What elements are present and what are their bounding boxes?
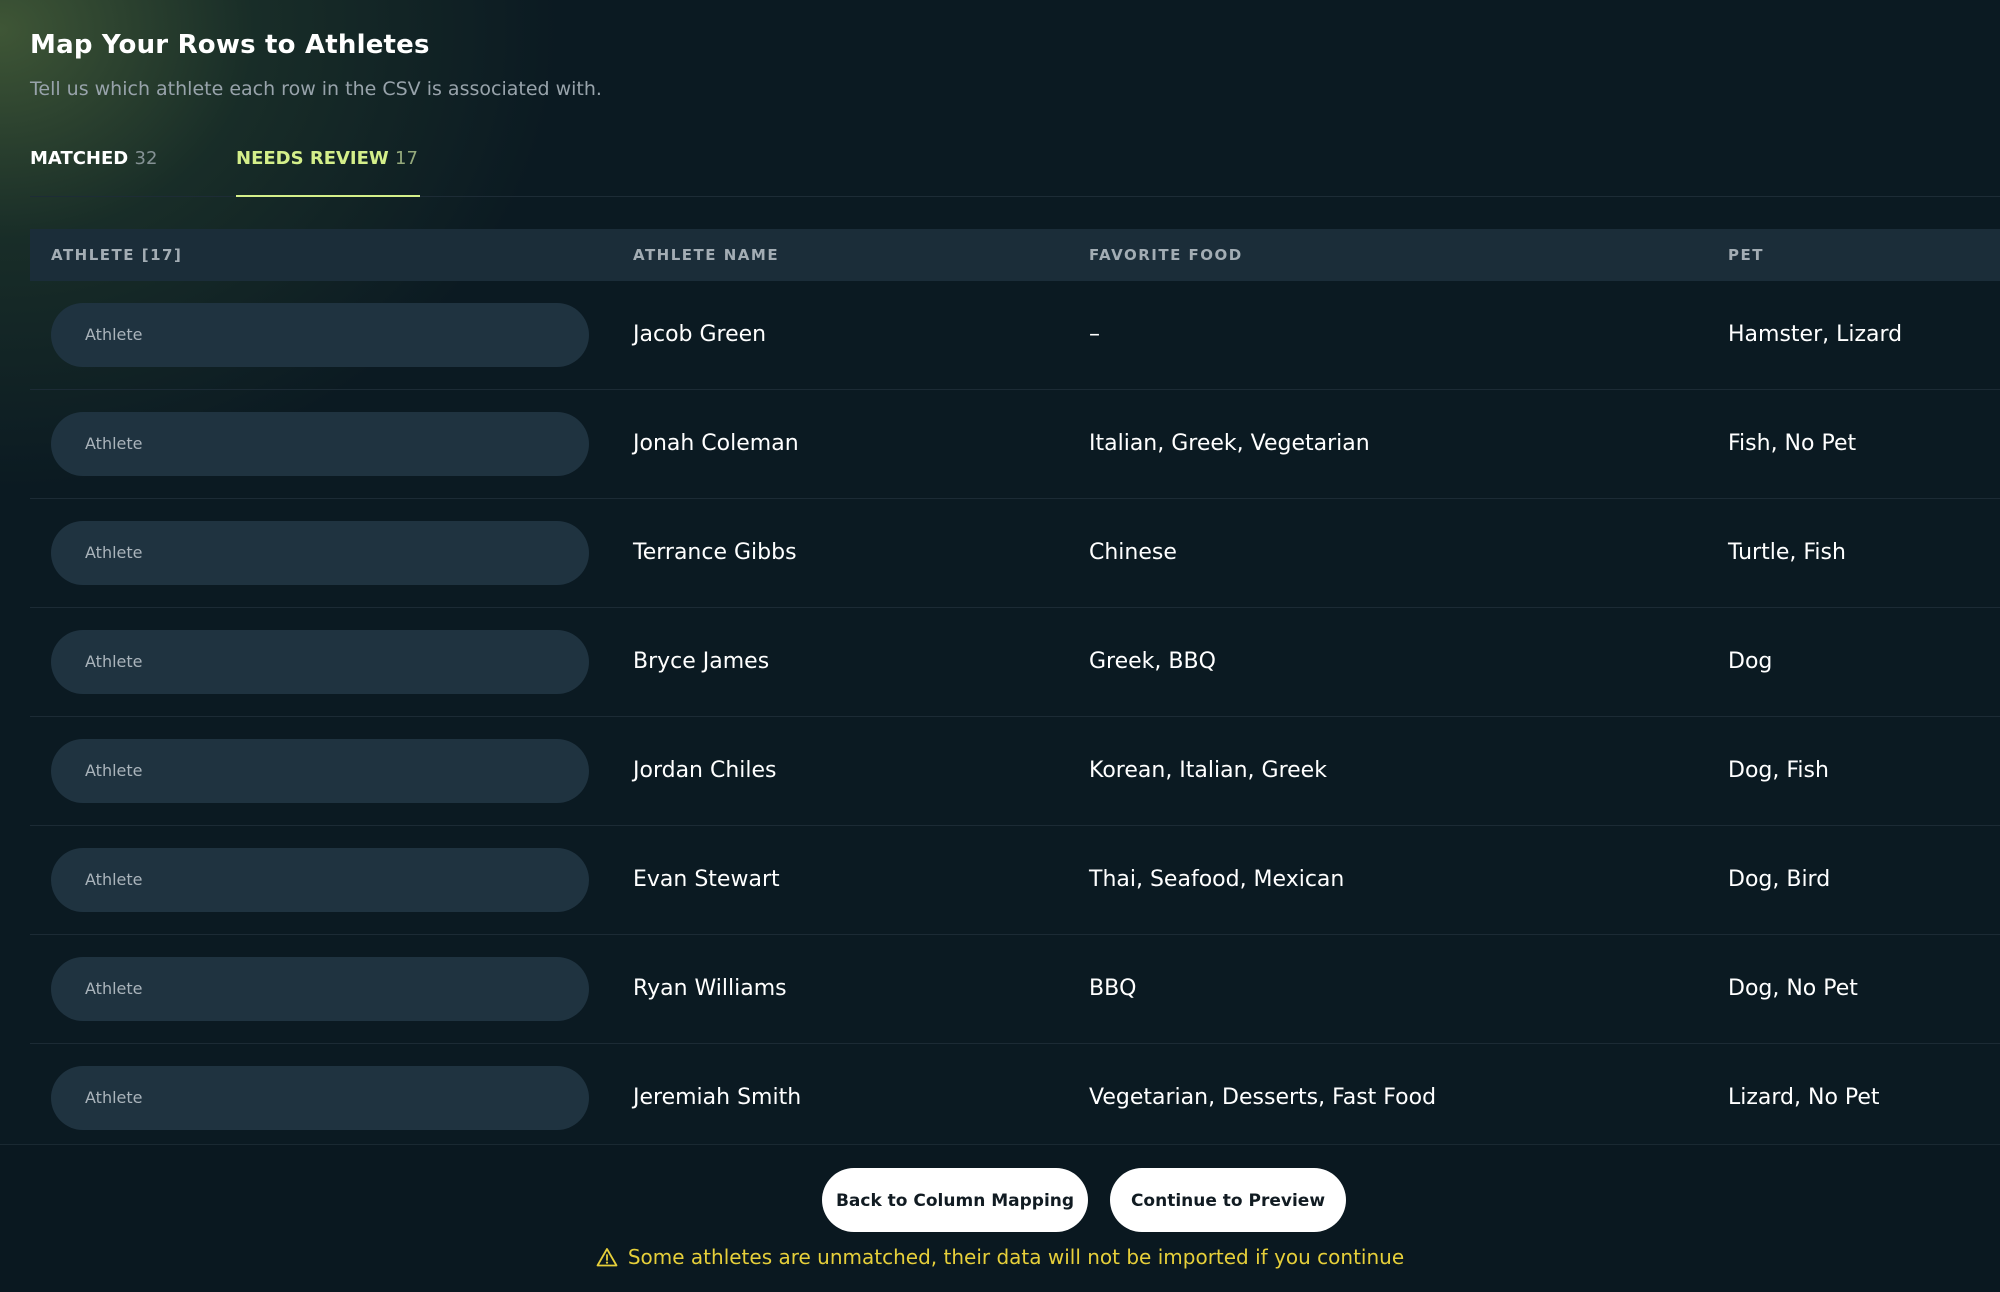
table-row: Athlete Bryce James Greek, BBQ Dog	[30, 608, 2000, 717]
favorite-food-cell: Vegetarian, Desserts, Fast Food	[1089, 1085, 1437, 1110]
tab-matched-label: MATCHED	[30, 148, 129, 169]
athlete-name-cell: Jeremiah Smith	[633, 1085, 802, 1110]
table-row: Athlete Jeremiah Smith Vegetarian, Dessert…	[30, 1044, 2000, 1152]
page-title: Map Your Rows to Athletes	[30, 30, 430, 60]
page-subtitle: Tell us which athlete each row in the CS…	[30, 78, 602, 100]
tab-matched[interactable]: MATCHED 32	[30, 148, 157, 195]
table-row: Athlete Jacob Green – Hamster, Lizard	[30, 281, 2000, 390]
tab-matched-count: 32	[134, 148, 158, 169]
tab-bar: MATCHED 32 NEEDS REVIEW 17	[30, 148, 2000, 197]
favorite-food-cell: Greek, BBQ	[1089, 649, 1216, 674]
warning-triangle-icon	[596, 1247, 618, 1272]
pet-cell: Hamster, Lizard	[1728, 322, 1903, 347]
table-body: Athlete Jacob Green – Hamster, Lizard Athlet…	[30, 281, 2000, 1152]
table-header: ATHLETE [17] ATHLETE NAME FAVORITE FOOD …	[30, 229, 2000, 281]
pet-cell: Dog	[1728, 649, 1773, 674]
pet-cell: Dog, Fish	[1728, 758, 1829, 783]
athlete-name-cell: Ryan Williams	[633, 976, 787, 1001]
pet-cell: Lizard, No Pet	[1728, 1085, 1880, 1110]
table-row: Athlete Jordan Chiles Korean, Italian, Gre…	[30, 717, 2000, 826]
pet-cell: Turtle, Fish	[1728, 540, 1846, 565]
athlete-name-cell: Jordan Chiles	[633, 758, 777, 783]
tab-needs-review-label: NEEDS REVIEW	[236, 148, 389, 169]
favorite-food-cell: Thai, Seafood, Mexican	[1089, 867, 1345, 892]
pet-cell: Dog, Bird	[1728, 867, 1831, 892]
table-row: Athlete Terrance Gibbs Chinese Turtle, Fish	[30, 499, 2000, 608]
tab-needs-review-count: 17	[395, 148, 418, 169]
athlete-name-cell: Evan Stewart	[633, 867, 780, 892]
favorite-food-cell: Chinese	[1089, 540, 1177, 565]
column-header-favorite-food: FAVORITE FOOD	[1089, 246, 1243, 264]
athlete-select[interactable]: Athlete	[51, 303, 589, 367]
footer-bar: Back to Column Mapping Continue to Previ…	[0, 1144, 2000, 1292]
pet-cell: Dog, No Pet	[1728, 976, 1858, 1001]
table-row: Athlete Evan Stewart Thai, Seafood, Mexica…	[30, 826, 2000, 935]
athlete-name-cell: Jonah Coleman	[633, 431, 799, 456]
athlete-select[interactable]: Athlete	[51, 630, 589, 694]
back-to-column-mapping-button[interactable]: Back to Column Mapping	[822, 1168, 1088, 1232]
warning-text: Some athletes are unmatched, their data …	[627, 1245, 1405, 1269]
athlete-select[interactable]: Athlete	[51, 848, 589, 912]
column-header-athlete-name: ATHLETE NAME	[633, 246, 780, 264]
favorite-food-cell: –	[1089, 322, 1100, 347]
athlete-select[interactable]: Athlete	[51, 1066, 589, 1130]
athlete-select[interactable]: Athlete	[51, 957, 589, 1021]
athlete-select[interactable]: Athlete	[51, 412, 589, 476]
table-row: Athlete Ryan Williams BBQ Dog, No Pet	[30, 935, 2000, 1044]
athlete-table: ATHLETE [17] ATHLETE NAME FAVORITE FOOD …	[30, 229, 2000, 1152]
continue-to-preview-button[interactable]: Continue to Preview	[1110, 1168, 1346, 1232]
athlete-name-cell: Bryce James	[633, 649, 770, 674]
column-header-pet: PET	[1728, 246, 1764, 264]
athlete-name-cell: Terrance Gibbs	[633, 540, 797, 565]
pet-cell: Fish, No Pet	[1728, 431, 1857, 456]
favorite-food-cell: Italian, Greek, Vegetarian	[1089, 431, 1370, 456]
favorite-food-cell: Korean, Italian, Greek	[1089, 758, 1327, 783]
athlete-name-cell: Jacob Green	[633, 322, 767, 347]
favorite-food-cell: BBQ	[1089, 976, 1137, 1001]
athlete-select[interactable]: Athlete	[51, 521, 589, 585]
athlete-select[interactable]: Athlete	[51, 739, 589, 803]
page: Map Your Rows to Athletes Tell us which …	[30, 0, 2000, 1291]
column-header-athlete: ATHLETE [17]	[51, 246, 183, 264]
tab-needs-review[interactable]: NEEDS REVIEW 17	[236, 148, 420, 197]
table-row: Athlete Jonah Coleman Italian, Greek, Vege…	[30, 390, 2000, 499]
unmatched-warning: Some athletes are unmatched, their data …	[0, 1245, 2000, 1272]
